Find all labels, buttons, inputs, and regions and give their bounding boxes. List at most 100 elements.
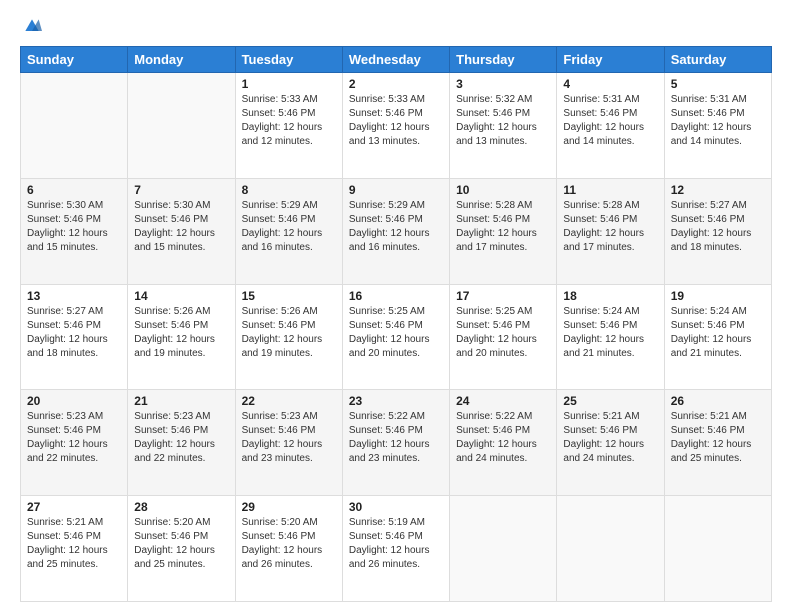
calendar-cell: 26 Sunrise: 5:21 AMSunset: 5:46 PMDaylig… (664, 390, 771, 496)
day-info: Sunrise: 5:22 AMSunset: 5:46 PMDaylight:… (456, 411, 537, 464)
day-number: 5 (671, 77, 765, 91)
day-number: 6 (27, 183, 121, 197)
header-saturday: Saturday (664, 47, 771, 73)
calendar-cell: 19 Sunrise: 5:24 AMSunset: 5:46 PMDaylig… (664, 284, 771, 390)
calendar-cell: 15 Sunrise: 5:26 AMSunset: 5:46 PMDaylig… (235, 284, 342, 390)
logo-icon (22, 16, 42, 36)
logo (20, 16, 42, 36)
calendar-cell (557, 496, 664, 602)
calendar-week-2: 6 Sunrise: 5:30 AMSunset: 5:46 PMDayligh… (21, 178, 772, 284)
day-info: Sunrise: 5:33 AMSunset: 5:46 PMDaylight:… (349, 94, 430, 147)
calendar-cell: 21 Sunrise: 5:23 AMSunset: 5:46 PMDaylig… (128, 390, 235, 496)
calendar-cell: 4 Sunrise: 5:31 AMSunset: 5:46 PMDayligh… (557, 73, 664, 179)
day-info: Sunrise: 5:30 AMSunset: 5:46 PMDaylight:… (27, 200, 108, 253)
calendar-cell: 8 Sunrise: 5:29 AMSunset: 5:46 PMDayligh… (235, 178, 342, 284)
day-number: 26 (671, 394, 765, 408)
day-number: 16 (349, 289, 443, 303)
day-info: Sunrise: 5:23 AMSunset: 5:46 PMDaylight:… (134, 411, 215, 464)
calendar-header-row: SundayMondayTuesdayWednesdayThursdayFrid… (21, 47, 772, 73)
day-info: Sunrise: 5:26 AMSunset: 5:46 PMDaylight:… (134, 306, 215, 359)
calendar-cell: 22 Sunrise: 5:23 AMSunset: 5:46 PMDaylig… (235, 390, 342, 496)
day-number: 20 (27, 394, 121, 408)
day-number: 30 (349, 500, 443, 514)
calendar-cell: 30 Sunrise: 5:19 AMSunset: 5:46 PMDaylig… (342, 496, 449, 602)
calendar-cell: 25 Sunrise: 5:21 AMSunset: 5:46 PMDaylig… (557, 390, 664, 496)
calendar-cell: 16 Sunrise: 5:25 AMSunset: 5:46 PMDaylig… (342, 284, 449, 390)
day-info: Sunrise: 5:28 AMSunset: 5:46 PMDaylight:… (456, 200, 537, 253)
day-number: 21 (134, 394, 228, 408)
calendar-cell: 29 Sunrise: 5:20 AMSunset: 5:46 PMDaylig… (235, 496, 342, 602)
calendar-cell: 14 Sunrise: 5:26 AMSunset: 5:46 PMDaylig… (128, 284, 235, 390)
calendar-cell: 28 Sunrise: 5:20 AMSunset: 5:46 PMDaylig… (128, 496, 235, 602)
day-number: 3 (456, 77, 550, 91)
calendar-cell: 13 Sunrise: 5:27 AMSunset: 5:46 PMDaylig… (21, 284, 128, 390)
day-info: Sunrise: 5:27 AMSunset: 5:46 PMDaylight:… (671, 200, 752, 253)
calendar-cell: 2 Sunrise: 5:33 AMSunset: 5:46 PMDayligh… (342, 73, 449, 179)
header-friday: Friday (557, 47, 664, 73)
day-info: Sunrise: 5:32 AMSunset: 5:46 PMDaylight:… (456, 94, 537, 147)
calendar-cell: 20 Sunrise: 5:23 AMSunset: 5:46 PMDaylig… (21, 390, 128, 496)
calendar-cell: 24 Sunrise: 5:22 AMSunset: 5:46 PMDaylig… (450, 390, 557, 496)
header-sunday: Sunday (21, 47, 128, 73)
day-number: 2 (349, 77, 443, 91)
day-number: 25 (563, 394, 657, 408)
day-info: Sunrise: 5:20 AMSunset: 5:46 PMDaylight:… (242, 517, 323, 570)
day-info: Sunrise: 5:29 AMSunset: 5:46 PMDaylight:… (349, 200, 430, 253)
day-info: Sunrise: 5:30 AMSunset: 5:46 PMDaylight:… (134, 200, 215, 253)
calendar-cell: 11 Sunrise: 5:28 AMSunset: 5:46 PMDaylig… (557, 178, 664, 284)
day-number: 9 (349, 183, 443, 197)
day-info: Sunrise: 5:28 AMSunset: 5:46 PMDaylight:… (563, 200, 644, 253)
day-info: Sunrise: 5:21 AMSunset: 5:46 PMDaylight:… (563, 411, 644, 464)
header-thursday: Thursday (450, 47, 557, 73)
day-number: 28 (134, 500, 228, 514)
calendar-cell (664, 496, 771, 602)
header-monday: Monday (128, 47, 235, 73)
calendar-week-4: 20 Sunrise: 5:23 AMSunset: 5:46 PMDaylig… (21, 390, 772, 496)
header-tuesday: Tuesday (235, 47, 342, 73)
day-number: 24 (456, 394, 550, 408)
day-info: Sunrise: 5:26 AMSunset: 5:46 PMDaylight:… (242, 306, 323, 359)
day-info: Sunrise: 5:31 AMSunset: 5:46 PMDaylight:… (671, 94, 752, 147)
calendar-cell: 3 Sunrise: 5:32 AMSunset: 5:46 PMDayligh… (450, 73, 557, 179)
day-number: 1 (242, 77, 336, 91)
day-number: 29 (242, 500, 336, 514)
calendar-cell: 6 Sunrise: 5:30 AMSunset: 5:46 PMDayligh… (21, 178, 128, 284)
day-info: Sunrise: 5:22 AMSunset: 5:46 PMDaylight:… (349, 411, 430, 464)
day-info: Sunrise: 5:27 AMSunset: 5:46 PMDaylight:… (27, 306, 108, 359)
calendar-cell (450, 496, 557, 602)
day-info: Sunrise: 5:25 AMSunset: 5:46 PMDaylight:… (456, 306, 537, 359)
day-number: 7 (134, 183, 228, 197)
day-number: 22 (242, 394, 336, 408)
day-info: Sunrise: 5:29 AMSunset: 5:46 PMDaylight:… (242, 200, 323, 253)
day-number: 8 (242, 183, 336, 197)
calendar-cell: 17 Sunrise: 5:25 AMSunset: 5:46 PMDaylig… (450, 284, 557, 390)
calendar-cell: 5 Sunrise: 5:31 AMSunset: 5:46 PMDayligh… (664, 73, 771, 179)
day-info: Sunrise: 5:23 AMSunset: 5:46 PMDaylight:… (242, 411, 323, 464)
day-number: 27 (27, 500, 121, 514)
calendar-cell: 12 Sunrise: 5:27 AMSunset: 5:46 PMDaylig… (664, 178, 771, 284)
day-info: Sunrise: 5:23 AMSunset: 5:46 PMDaylight:… (27, 411, 108, 464)
header-wednesday: Wednesday (342, 47, 449, 73)
calendar-week-5: 27 Sunrise: 5:21 AMSunset: 5:46 PMDaylig… (21, 496, 772, 602)
day-info: Sunrise: 5:33 AMSunset: 5:46 PMDaylight:… (242, 94, 323, 147)
day-number: 17 (456, 289, 550, 303)
calendar-week-1: 1 Sunrise: 5:33 AMSunset: 5:46 PMDayligh… (21, 73, 772, 179)
calendar-cell: 7 Sunrise: 5:30 AMSunset: 5:46 PMDayligh… (128, 178, 235, 284)
day-number: 18 (563, 289, 657, 303)
day-number: 23 (349, 394, 443, 408)
page: SundayMondayTuesdayWednesdayThursdayFrid… (0, 0, 792, 612)
day-info: Sunrise: 5:31 AMSunset: 5:46 PMDaylight:… (563, 94, 644, 147)
day-number: 4 (563, 77, 657, 91)
calendar-cell (21, 73, 128, 179)
calendar-cell: 23 Sunrise: 5:22 AMSunset: 5:46 PMDaylig… (342, 390, 449, 496)
calendar-cell (128, 73, 235, 179)
calendar-cell: 18 Sunrise: 5:24 AMSunset: 5:46 PMDaylig… (557, 284, 664, 390)
day-info: Sunrise: 5:24 AMSunset: 5:46 PMDaylight:… (671, 306, 752, 359)
day-number: 15 (242, 289, 336, 303)
day-info: Sunrise: 5:24 AMSunset: 5:46 PMDaylight:… (563, 306, 644, 359)
day-number: 14 (134, 289, 228, 303)
header (20, 16, 772, 36)
day-number: 11 (563, 183, 657, 197)
calendar-table: SundayMondayTuesdayWednesdayThursdayFrid… (20, 46, 772, 602)
day-info: Sunrise: 5:19 AMSunset: 5:46 PMDaylight:… (349, 517, 430, 570)
